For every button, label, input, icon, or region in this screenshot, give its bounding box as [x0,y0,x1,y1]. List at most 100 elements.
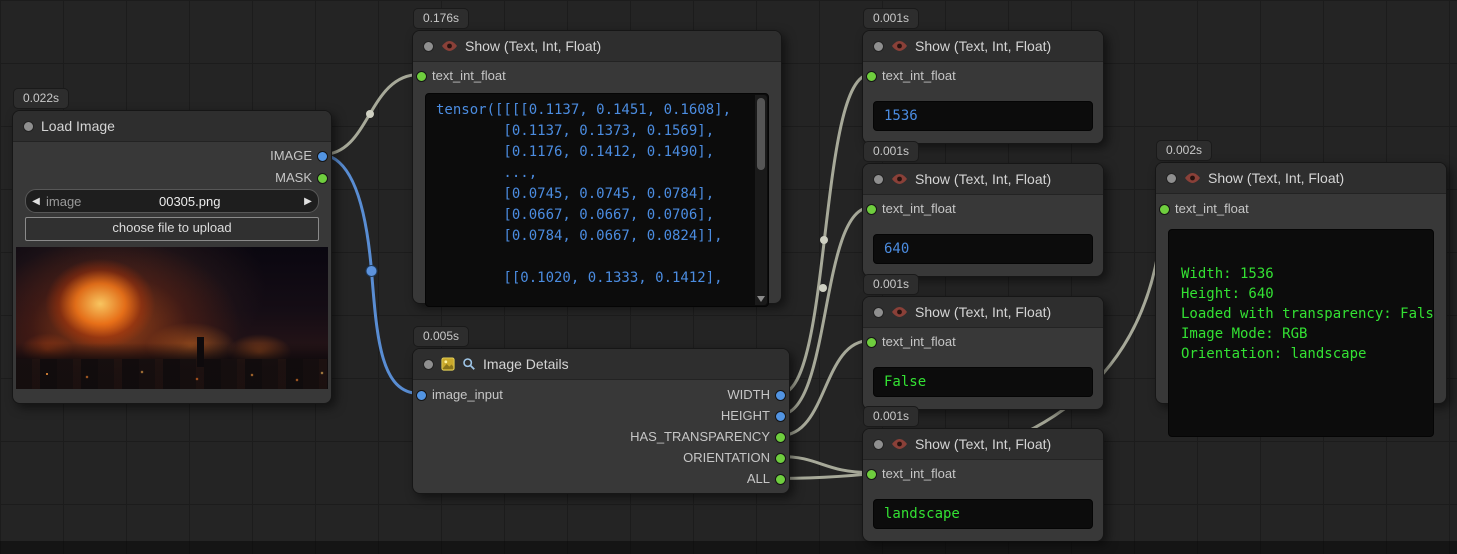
input-label: text_int_float [432,67,506,85]
tensor-text-area[interactable]: tensor([[[[0.1137, 0.1451, 0.1608], [0.1… [425,93,769,307]
tower-silhouette [197,337,204,367]
value-display[interactable]: landscape [873,499,1093,529]
output-label-mask: MASK [275,169,312,187]
choose-file-button[interactable]: choose file to upload [25,217,319,241]
input-port-text-int-float[interactable] [866,71,877,82]
eye-icon [891,40,908,52]
node-show-orientation[interactable]: 0.001s Show (Text, Int, Float) text_int_… [862,428,1104,542]
node-titlebar[interactable]: Load Image [13,111,331,142]
node-show-height[interactable]: 0.001s Show (Text, Int, Float) text_int_… [862,163,1104,277]
summary-line: Orientation: landscape [1181,344,1421,364]
output-port-width[interactable] [775,390,786,401]
tensor-line: [0.1176, 0.1412, 0.1490], [436,142,746,163]
city-lights [46,373,48,375]
scroll-down-icon[interactable] [757,296,765,302]
output-label-height: HEIGHT [721,407,770,425]
node-title: Image Details [483,356,569,372]
scrollbar[interactable] [755,95,767,305]
input-port-text-int-float[interactable] [866,469,877,480]
eye-icon [441,40,458,52]
node-titlebar[interactable]: Show (Text, Int, Float) [863,297,1103,328]
summary-line: Height: 640 [1181,284,1421,304]
tensor-line: [[0.1020, 0.1333, 0.1412], [436,268,746,289]
timing-badge: 0.022s [13,88,69,109]
combo-label: image [46,194,81,209]
node-titlebar[interactable]: Image Details [413,349,789,380]
scrollbar-thumb[interactable] [757,98,765,170]
output-port-mask[interactable] [317,173,328,184]
node-title: Show (Text, Int, Float) [465,38,601,54]
value-display[interactable]: 640 [873,234,1093,264]
input-label: text_int_float [882,465,956,483]
node-graph-canvas[interactable]: 0.022s Load Image IMAGE MASK ◀ image 003… [0,0,1457,554]
combo-prev-icon[interactable]: ◀ [26,196,46,207]
input-label: text_int_float [1175,200,1249,218]
image-combo-widget[interactable]: ◀ image 00305.png ▶ [25,189,319,213]
tensor-line: tensor([[[[0.1137, 0.1451, 0.1608], [436,100,746,121]
canvas-bottom-edge [0,541,1457,554]
output-label-width: WIDTH [727,386,770,404]
node-title: Show (Text, Int, Float) [915,38,1051,54]
image-preview [16,247,328,389]
node-status-dot[interactable] [873,307,884,318]
node-status-dot[interactable] [873,439,884,450]
node-titlebar[interactable]: Show (Text, Int, Float) [863,429,1103,460]
node-title: Load Image [41,118,115,134]
input-port-text-int-float[interactable] [866,204,877,215]
input-label: image_input [432,386,503,404]
node-show-width[interactable]: 0.001s Show (Text, Int, Float) text_int_… [862,30,1104,144]
node-show-tensor[interactable]: 0.176s Show (Text, Int, Float) text_int_… [412,30,782,304]
timing-badge: 0.001s [863,274,919,295]
input-port-text-int-float[interactable] [1159,204,1170,215]
node-image-details[interactable]: 0.005s Image Details image_input WIDTH H… [412,348,790,494]
node-status-dot[interactable] [873,41,884,52]
input-label: text_int_float [882,333,956,351]
output-label-image: IMAGE [270,147,312,165]
input-port-image-input[interactable] [416,390,427,401]
node-status-dot[interactable] [1166,173,1177,184]
node-title: Show (Text, Int, Float) [1208,170,1344,186]
node-status-dot[interactable] [423,41,434,52]
timing-badge: 0.001s [863,141,919,162]
tensor-line [436,247,746,268]
node-status-dot[interactable] [873,174,884,185]
output-port-image[interactable] [317,151,328,162]
tensor-line: [0.0745, 0.0745, 0.0784], [436,184,746,205]
combo-next-icon[interactable]: ▶ [298,196,318,207]
timing-badge: 0.002s [1156,140,1212,161]
tensor-line: [0.0784, 0.0667, 0.0824]], [436,226,746,247]
value-display[interactable]: 1536 [873,101,1093,131]
node-titlebar[interactable]: Show (Text, Int, Float) [413,31,781,62]
eye-icon [1184,172,1201,184]
node-show-transparency[interactable]: 0.001s Show (Text, Int, Float) text_int_… [862,296,1104,410]
input-port-text-int-float[interactable] [416,71,427,82]
output-label-has-transparency: HAS_TRANSPARENCY [630,428,770,446]
eye-icon [891,306,908,318]
summary-line: Image Mode: RGB [1181,324,1421,344]
summary-line: Loaded with transparency: False [1181,304,1421,324]
tensor-line: [0.0667, 0.0667, 0.0706], [436,205,746,226]
node-title: Show (Text, Int, Float) [915,304,1051,320]
output-label-orientation: ORIENTATION [683,449,770,467]
node-show-all[interactable]: 0.002s Show (Text, Int, Float) text_int_… [1155,162,1447,404]
eye-icon [891,438,908,450]
summary-text-area[interactable]: Width: 1536 Height: 640 Loaded with tran… [1168,229,1434,437]
node-titlebar[interactable]: Show (Text, Int, Float) [863,164,1103,195]
timing-badge: 0.001s [863,406,919,427]
tensor-line: ..., [436,163,746,184]
node-title: Show (Text, Int, Float) [915,436,1051,452]
node-load-image[interactable]: 0.022s Load Image IMAGE MASK ◀ image 003… [12,110,332,404]
input-label: text_int_float [882,67,956,85]
node-status-dot[interactable] [23,121,34,132]
output-port-height[interactable] [775,411,786,422]
eye-icon [891,173,908,185]
node-status-dot[interactable] [423,359,434,370]
output-port-has-transparency[interactable] [775,432,786,443]
node-titlebar[interactable]: Show (Text, Int, Float) [1156,163,1446,194]
input-port-text-int-float[interactable] [866,337,877,348]
output-port-orientation[interactable] [775,453,786,464]
buildings-silhouette [16,359,328,389]
output-port-all[interactable] [775,474,786,485]
value-display[interactable]: False [873,367,1093,397]
node-titlebar[interactable]: Show (Text, Int, Float) [863,31,1103,62]
